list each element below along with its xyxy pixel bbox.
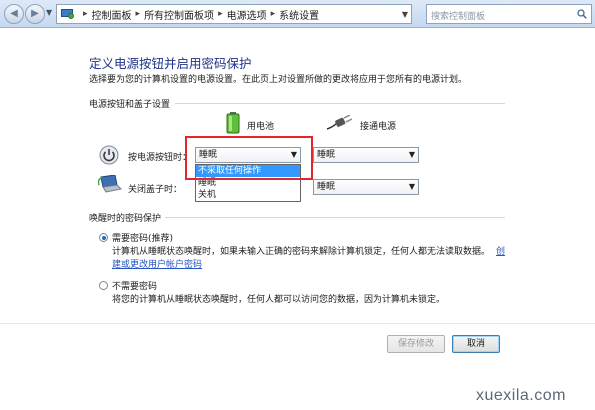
highlight-annotation-box bbox=[185, 136, 313, 180]
power-button-plugged-value: 睡眠 bbox=[317, 150, 336, 160]
lid-plugged-select[interactable]: 睡眠 ▼ bbox=[313, 179, 419, 195]
forward-arrow-icon: ▶ bbox=[31, 8, 39, 19]
change-password-link[interactable]: 建或更改用户帐户密码 bbox=[112, 257, 202, 270]
power-button-label: 按电源按钮时： bbox=[128, 153, 192, 163]
laptop-lid-icon bbox=[98, 175, 122, 193]
battery-column-label: 用电池 bbox=[247, 122, 275, 132]
cancel-button[interactable]: 取消 bbox=[452, 335, 500, 353]
breadcrumb-separator-icon: ▸ bbox=[83, 9, 88, 19]
change-password-link-part1[interactable]: 创 bbox=[496, 247, 505, 257]
plugged-in-column-label: 接通电源 bbox=[360, 122, 397, 132]
require-password-radio[interactable] bbox=[99, 233, 108, 242]
require-password-desc-text: 计算机从睡眠状态唤醒时，如果未输入正确的密码来解除计算机锁定，任何人都无法读取数… bbox=[112, 247, 491, 257]
lid-close-label: 关闭盖子时： bbox=[128, 185, 183, 195]
breadcrumb-separator-icon: ▸ bbox=[218, 9, 223, 19]
chevron-down-icon: ▼ bbox=[408, 182, 415, 191]
recent-pages-dropdown-icon[interactable]: ▼ bbox=[46, 8, 52, 17]
breadcrumb-separator-icon: ▸ bbox=[270, 9, 276, 19]
power-section-heading: 电源按钮和盖子设置 bbox=[89, 100, 171, 110]
search-icon[interactable] bbox=[577, 9, 587, 19]
back-button[interactable]: ◀ bbox=[4, 4, 24, 24]
no-password-radio[interactable] bbox=[99, 281, 108, 290]
lid-plugged-value: 睡眠 bbox=[317, 182, 336, 192]
no-password-label[interactable]: 不需要密码 bbox=[112, 279, 157, 292]
watermark-text: xuexila.com bbox=[476, 387, 566, 404]
footer-divider bbox=[0, 323, 595, 324]
require-password-description: 计算机从睡眠状态唤醒时，如果未输入正确的密码来解除计算机锁定，任何人都无法读取数… bbox=[112, 244, 505, 257]
page-description: 选择要为您的计算机设置的电源设置。在此页上对设置所做的更改将应用于您所有的电源计… bbox=[89, 75, 468, 85]
plug-icon bbox=[326, 115, 353, 130]
search-box[interactable]: 搜索控制面板 bbox=[426, 4, 592, 24]
breadcrumb-all-items[interactable]: 所有控制面板项 bbox=[144, 7, 214, 22]
battery-icon bbox=[226, 112, 240, 134]
password-section-divider bbox=[165, 217, 505, 218]
breadcrumb-separator-icon: ▸ bbox=[135, 9, 141, 19]
power-button-plugged-select[interactable]: 睡眠 ▼ bbox=[313, 147, 419, 163]
power-section-divider bbox=[175, 103, 505, 104]
dropdown-option-shutdown[interactable]: 关机 bbox=[196, 189, 300, 201]
address-dropdown-icon[interactable]: ▼ bbox=[402, 10, 408, 19]
page-title: 定义电源按钮并启用密码保护 bbox=[89, 56, 252, 71]
power-button-icon bbox=[99, 145, 119, 165]
require-password-label[interactable]: 需要密码(推荐) bbox=[112, 231, 173, 244]
address-toolbar: ◀ ▶ ▼ ▸ 控制面板 ▸ 所有控制面板项 ▸ 电源选项 ▸ 系统设置 ▼ 搜… bbox=[0, 0, 595, 28]
breadcrumb-power-options[interactable]: 电源选项 bbox=[227, 7, 267, 22]
no-password-description: 将您的计算机从睡眠状态唤醒时，任何人都可以访问您的数据，因为计算机未锁定。 bbox=[112, 295, 446, 305]
password-section-heading: 唤醒时的密码保护 bbox=[89, 214, 162, 224]
save-changes-button[interactable]: 保存修改 bbox=[387, 335, 445, 353]
back-arrow-icon: ◀ bbox=[10, 8, 18, 19]
control-panel-icon bbox=[61, 8, 75, 21]
breadcrumb-system-settings[interactable]: 系统设置 bbox=[279, 7, 319, 22]
breadcrumb-control-panel[interactable]: 控制面板 bbox=[92, 7, 132, 22]
chevron-down-icon: ▼ bbox=[408, 150, 415, 159]
search-placeholder: 搜索控制面板 bbox=[431, 12, 486, 22]
forward-button[interactable]: ▶ bbox=[25, 4, 45, 24]
address-bar[interactable]: ▸ 控制面板 ▸ 所有控制面板项 ▸ 电源选项 ▸ 系统设置 ▼ bbox=[56, 4, 412, 24]
